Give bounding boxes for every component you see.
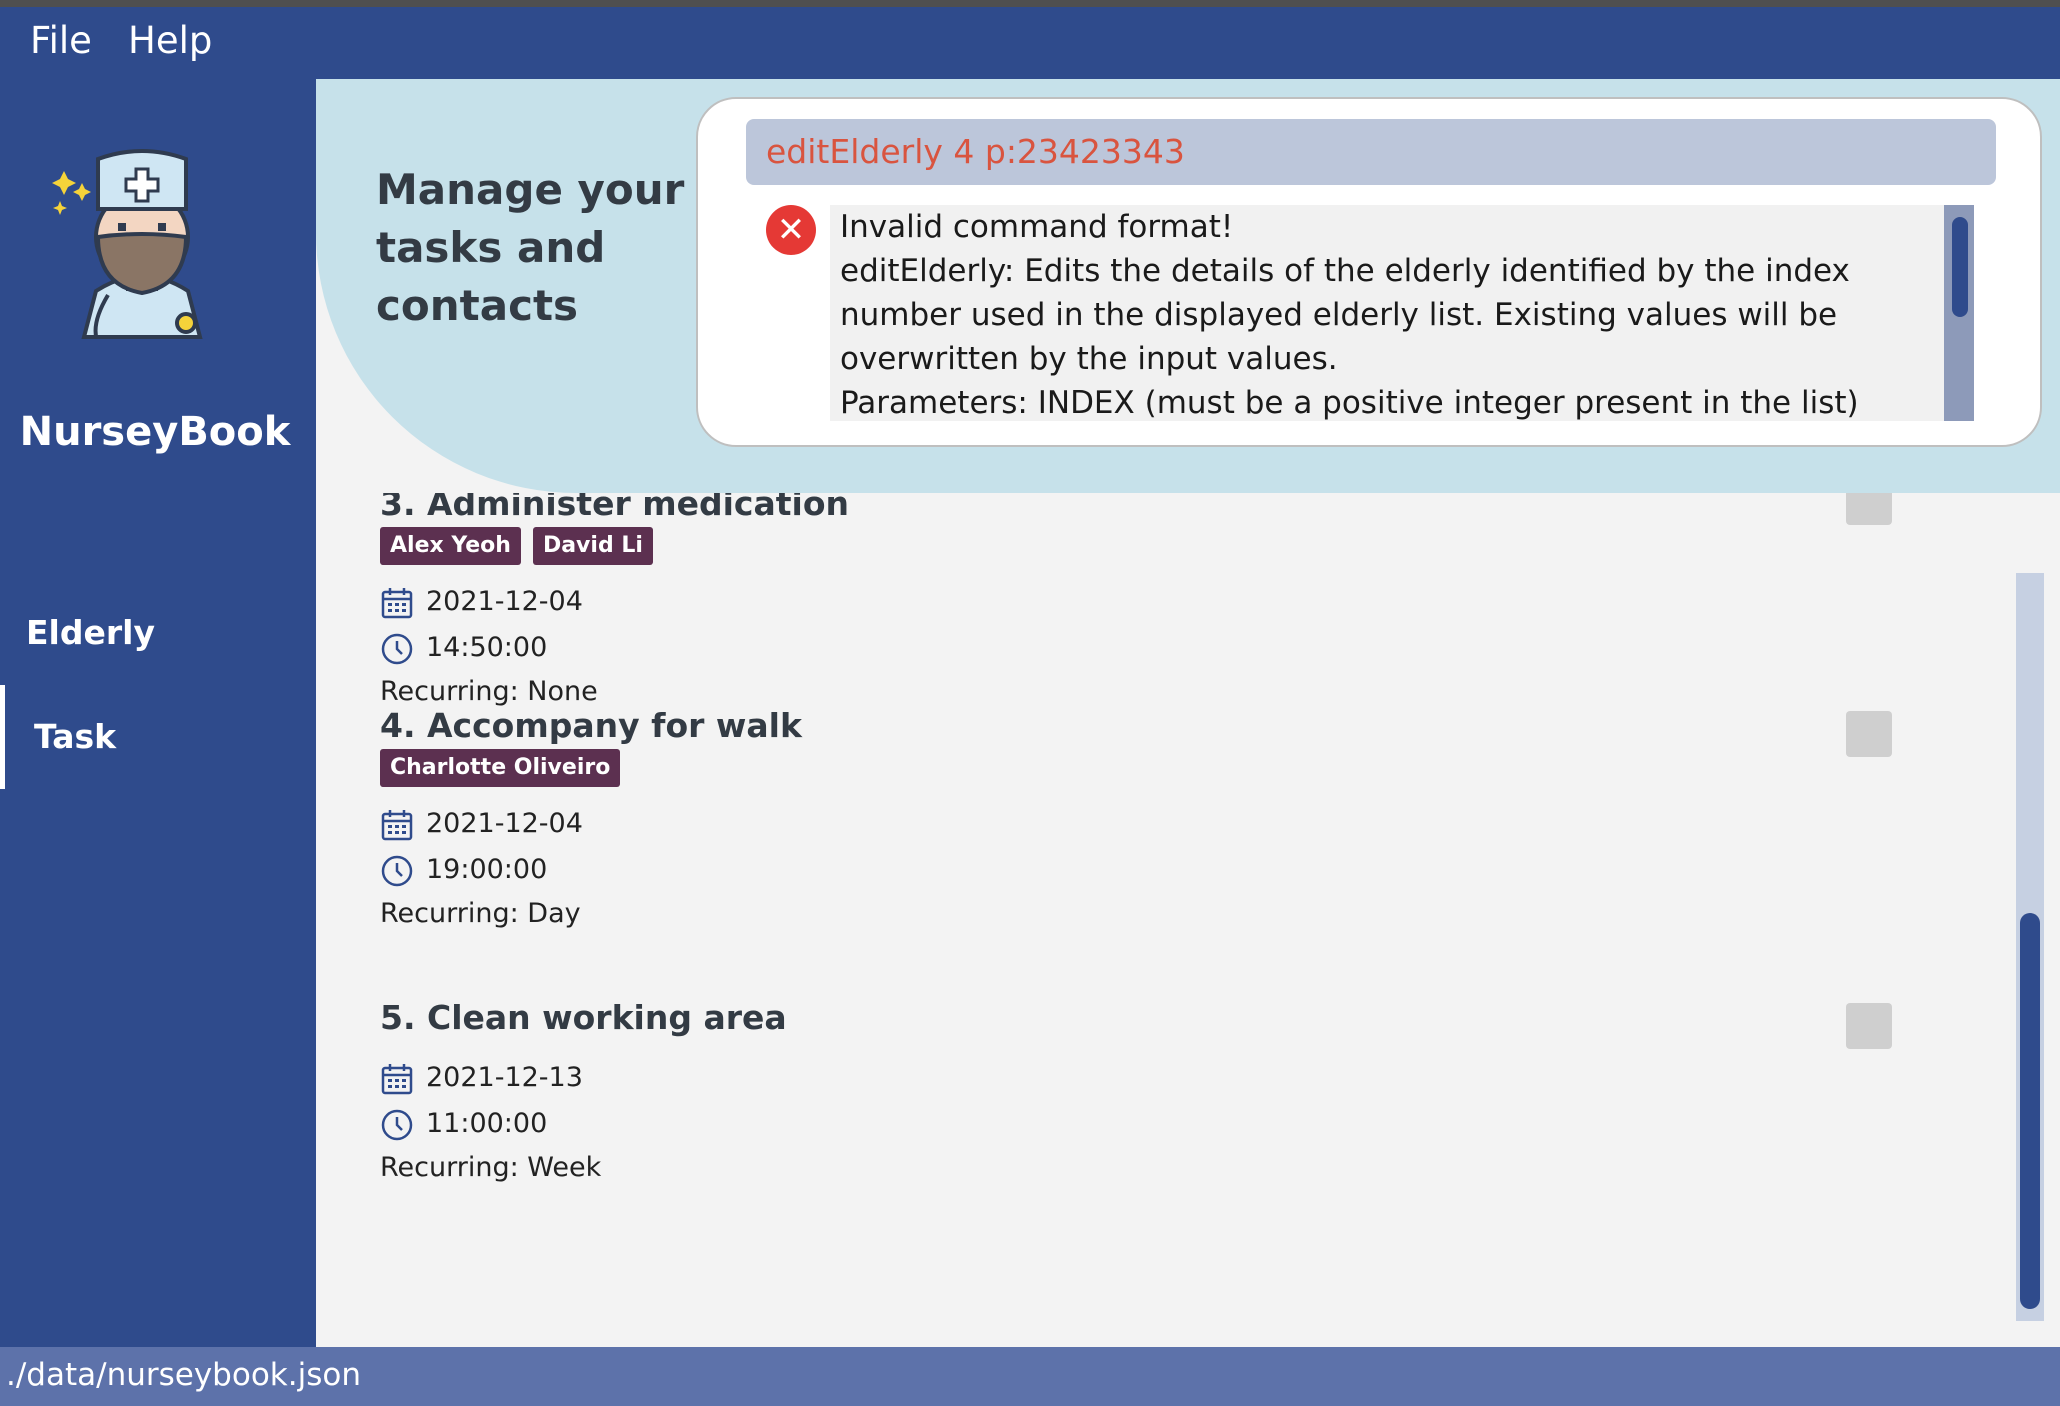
tagline: Manage your tasks and contacts (376, 165, 685, 330)
main-panel: Manage your tasks and contacts editElder… (316, 79, 2060, 1347)
app-brand: NurseyBook (19, 409, 291, 455)
calendar-icon (381, 1063, 413, 1094)
task-time-row: 19:00:00 (380, 847, 1810, 893)
task-list: 3. Administer medication Alex Yeoh David … (316, 493, 2060, 1347)
data-file-path: ./data/nurseybook.json (6, 1357, 361, 1393)
task-tags (380, 1041, 1810, 1055)
task-time-row: 14:50:00 (380, 625, 1810, 671)
menu-file[interactable]: File (30, 19, 92, 62)
task-date-row: 2021-12-04 (380, 801, 1810, 847)
clock-icon (381, 855, 413, 886)
result-line: editElderly: Edits the details of the el… (840, 253, 1850, 377)
tag: Alex Yeoh (380, 527, 521, 565)
command-input[interactable]: editElderly 4 p:23423343 (746, 119, 1996, 185)
list-item[interactable]: 4. Accompany for walk Charlotte Oliveiro… (380, 703, 1810, 935)
task-title: 4. Accompany for walk (380, 706, 802, 745)
task-date: 2021-12-04 (426, 586, 583, 617)
sidebar: NurseyBook Elderly Task (0, 79, 316, 1347)
error-icon: ✕ (766, 205, 816, 255)
clock-icon (381, 1109, 413, 1140)
task-time: 14:50:00 (426, 632, 548, 663)
task-time-row: 11:00:00 (380, 1101, 1810, 1147)
calendar-icon (381, 809, 413, 840)
task-date: 2021-12-13 (426, 1062, 583, 1093)
status-bar: ./data/nurseybook.json (0, 1347, 2060, 1406)
header-banner: Manage your tasks and contacts editElder… (316, 79, 2060, 493)
result-line: Parameters: INDEX (must be a positive in… (840, 385, 1859, 421)
task-recurring: Recurring: Day (380, 898, 581, 929)
task-date-row: 2021-12-13 (380, 1055, 1810, 1101)
task-list-scrollbar[interactable] (2016, 573, 2044, 1321)
task-time: 19:00:00 (426, 854, 548, 885)
task-list-scrollbar-thumb[interactable] (2020, 913, 2040, 1309)
tag: David Li (532, 527, 653, 565)
task-title: 3. Administer medication (380, 493, 849, 523)
clock-icon (381, 633, 413, 664)
result-display[interactable]: Invalid command format! editElderly: Edi… (830, 205, 1974, 421)
calendar-icon (381, 587, 413, 618)
sidebar-item-task[interactable]: Task (0, 685, 316, 789)
menu-bar: File Help (0, 7, 2060, 79)
command-card: editElderly 4 p:23423343 ✕ Invalid comma… (696, 97, 2042, 447)
task-done-checkbox[interactable] (1846, 493, 1892, 525)
task-recurring: Recurring: Week (380, 1152, 602, 1183)
task-done-checkbox[interactable] (1846, 1003, 1892, 1049)
task-done-checkbox[interactable] (1846, 711, 1892, 757)
nurse-logo-icon (52, 119, 232, 344)
result-scrollbar-thumb[interactable] (1952, 217, 1968, 317)
task-tags: Alex Yeoh David Li (380, 527, 1810, 579)
sidebar-item-elderly[interactable]: Elderly (0, 581, 316, 685)
task-date: 2021-12-04 (426, 808, 583, 839)
window-top-border (0, 0, 2060, 7)
result-line: Invalid command format! (840, 209, 1234, 245)
task-title: 5. Clean working area (380, 998, 787, 1037)
task-date-row: 2021-12-04 (380, 579, 1810, 625)
list-item[interactable]: 5. Clean working area 2021-12-13 11:00:0… (380, 995, 1810, 1189)
list-item[interactable]: 3. Administer medication Alex Yeoh David … (380, 493, 1810, 713)
result-scrollbar[interactable] (1944, 205, 1974, 421)
menu-help[interactable]: Help (128, 19, 212, 62)
task-time: 11:00:00 (426, 1108, 548, 1139)
tag: Charlotte Oliveiro (380, 749, 621, 787)
task-tags: Charlotte Oliveiro (380, 749, 1810, 801)
